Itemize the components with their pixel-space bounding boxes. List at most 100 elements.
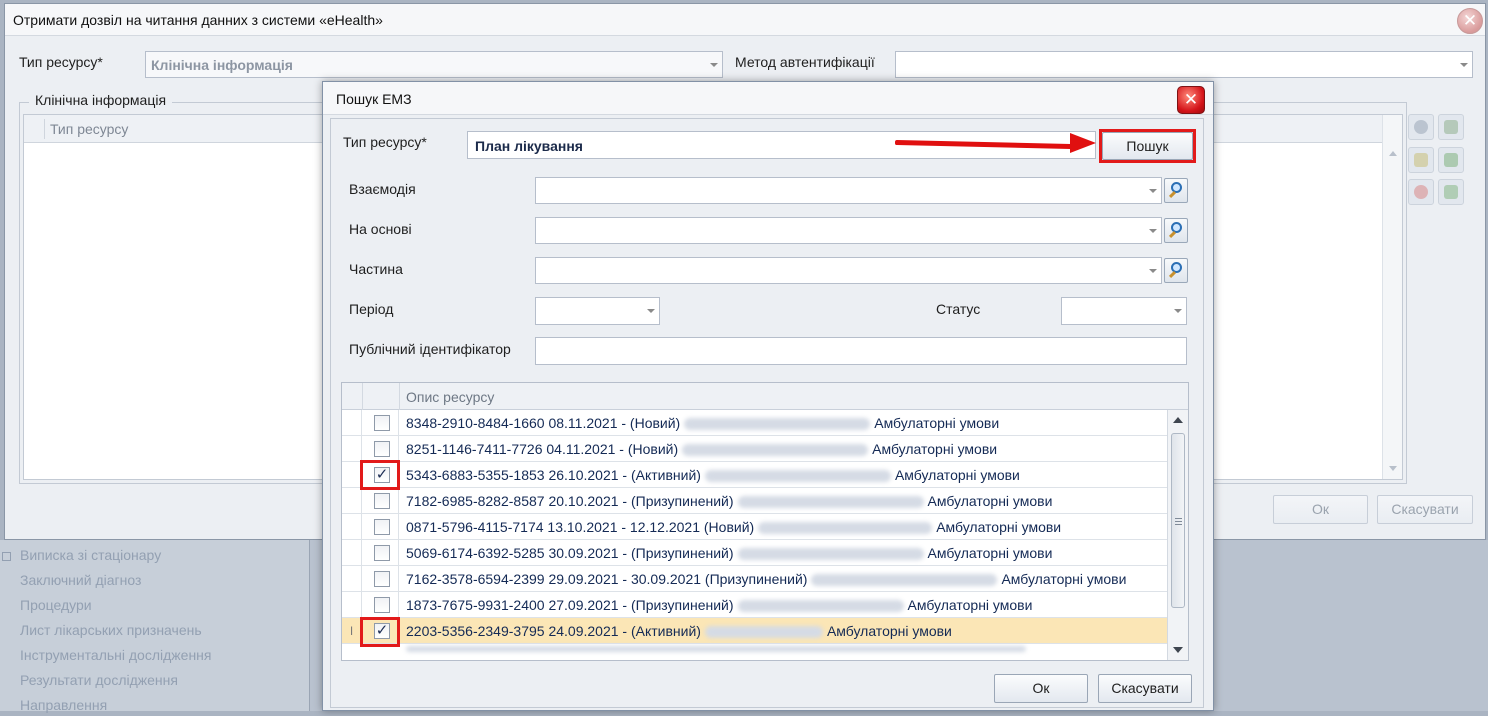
row-description: 8348-2910-8484-1660 08.11.2021 - (Новий)… — [406, 415, 999, 431]
row-description-condition: Амбулаторні умови — [927, 545, 1053, 561]
grid-scrollbar[interactable] — [1382, 115, 1402, 479]
chevron-down-icon — [1149, 189, 1157, 193]
part-select[interactable] — [535, 257, 1162, 284]
edit-tool-button[interactable] — [1438, 147, 1464, 173]
table-row[interactable]: I ✓ 2203-5356-2349-3795 24.09.2021 - (Акти… — [342, 618, 1168, 644]
checkbox-cell — [362, 566, 399, 592]
ok-button[interactable]: Ок — [1273, 495, 1368, 524]
row-description-main: 7182-6985-8282-8587 20.10.2021 - (Призуп… — [406, 493, 734, 509]
search-modal-titlebar: Пошук ЕМЗ ✕ — [323, 82, 1213, 115]
annotation-search-highlight — [1099, 129, 1196, 163]
resource-type-value: Клінічна інформація — [151, 57, 293, 73]
scroll-down-icon[interactable] — [1389, 466, 1397, 471]
scroll-up-icon[interactable] — [1173, 417, 1183, 423]
redacted-name — [704, 626, 823, 639]
row-indicator — [342, 592, 362, 618]
close-icon[interactable]: ✕ — [1457, 8, 1483, 34]
table-row-partial[interactable] — [342, 644, 1168, 660]
table-row[interactable]: ✓ 5343-6883-5355-1853 26.10.2021 - (Актив… — [342, 462, 1168, 488]
nav-item: Виписка зі стаціонару — [20, 547, 162, 563]
row-description: 7182-6985-8282-8587 20.10.2021 - (Призуп… — [406, 493, 1052, 509]
row-description-main: 5069-6174-6392-5285 30.09.2021 - (Призуп… — [406, 545, 734, 561]
table-row[interactable]: 8251-1146-7411-7726 04.11.2021 - (Новий)… — [342, 436, 1168, 462]
settings-tool-button[interactable] — [1438, 114, 1464, 140]
nav-item: Лист лікарських призначень — [20, 622, 202, 638]
chevron-down-icon — [1149, 269, 1157, 273]
nav-item: Направлення — [20, 697, 108, 713]
row-description-condition: Амбулаторні умови — [874, 415, 1000, 431]
search-tool-button[interactable] — [1408, 114, 1434, 140]
column-header-resource-type[interactable]: Тип ресурсу — [50, 121, 128, 137]
column-separator — [44, 119, 45, 139]
annotation-arrowhead — [1070, 133, 1096, 153]
table-row[interactable]: 5069-6174-6392-5285 30.09.2021 - (Призуп… — [342, 540, 1168, 566]
redacted-name — [704, 470, 891, 483]
search-ok-button[interactable]: Ок — [994, 674, 1088, 703]
delete-tool-button[interactable] — [1408, 179, 1434, 205]
row-indicator — [342, 462, 362, 488]
period-select[interactable] — [535, 297, 660, 325]
row-indicator: I — [342, 618, 362, 644]
chevron-down-icon — [1174, 309, 1182, 313]
add-tool-button[interactable] — [1408, 147, 1434, 173]
auth-method-label: Метод автентифікації — [735, 54, 875, 70]
grip-line — [1175, 524, 1182, 525]
close-icon[interactable]: ✕ — [1177, 86, 1205, 114]
basis-select[interactable] — [535, 217, 1162, 244]
table-row[interactable]: 7162-3578-6594-2399 29.09.2021 - 30.09.2… — [342, 566, 1168, 592]
row-checkbox[interactable] — [374, 597, 390, 613]
redacted-name — [737, 548, 924, 561]
row-checkbox[interactable] — [374, 519, 390, 535]
results-scrollbar[interactable] — [1167, 410, 1188, 660]
auth-method-select[interactable] — [895, 51, 1473, 78]
public-id-input[interactable] — [535, 337, 1187, 365]
table-row[interactable]: 7182-6985-8282-8587 20.10.2021 - (Призуп… — [342, 488, 1168, 514]
resource-type-select[interactable]: Клінічна інформація — [145, 51, 723, 78]
scroll-down-icon[interactable] — [1173, 647, 1183, 653]
basis-label: На основі — [349, 221, 412, 237]
row-description-condition: Амбулаторні умови — [894, 467, 1020, 483]
table-row[interactable]: 0871-5796-4115-7174 13.10.2021 - 12.12.2… — [342, 514, 1168, 540]
row-description-main: 5343-6883-5355-1853 26.10.2021 - (Активн… — [406, 467, 701, 483]
row-checkbox[interactable] — [374, 415, 390, 431]
row-checkbox[interactable] — [374, 571, 390, 587]
search-cancel-button[interactable]: Скасувати — [1098, 674, 1192, 703]
row-description-main: 8251-1146-7411-7726 04.11.2021 - (Новий) — [406, 441, 679, 457]
tools-icon — [1444, 120, 1458, 134]
results-grid[interactable]: Опис ресурсу 8348-2910-8484-1660 08.11.2… — [341, 382, 1189, 661]
chevron-down-icon — [1149, 229, 1157, 233]
results-grid-header: Опис ресурсу — [342, 383, 1188, 410]
nav-item: Результати дослідження — [20, 672, 178, 688]
add-icon — [1414, 153, 1428, 167]
scroll-up-icon[interactable] — [1389, 151, 1397, 156]
status-select[interactable] — [1061, 297, 1187, 325]
table-row[interactable]: 1873-7675-9931-2400 27.09.2021 - (Призуп… — [342, 592, 1168, 618]
row-description-main: 0871-5796-4115-7174 13.10.2021 - 12.12.2… — [406, 519, 755, 535]
magnifier-handle — [1168, 270, 1177, 279]
row-checkbox[interactable] — [374, 493, 390, 509]
interaction-select[interactable] — [535, 177, 1162, 204]
redacted-name — [737, 496, 924, 509]
flag-tool-button[interactable] — [1438, 179, 1464, 205]
column-header-description[interactable]: Опис ресурсу — [406, 389, 494, 405]
chevron-down-icon — [710, 63, 718, 67]
scrollbar-thumb[interactable] — [1171, 433, 1185, 608]
row-description-condition: Амбулаторні умови — [1001, 571, 1127, 587]
checkbox-cell — [362, 514, 399, 540]
part-label: Частина — [349, 261, 403, 277]
row-description: 5069-6174-6392-5285 30.09.2021 - (Призуп… — [406, 545, 1052, 561]
basis-lookup-button[interactable] — [1164, 218, 1188, 243]
row-checkbox[interactable] — [374, 545, 390, 561]
part-lookup-button[interactable] — [1164, 258, 1188, 283]
cancel-button[interactable]: Скасувати — [1377, 495, 1473, 524]
nav-item: Процедури — [20, 597, 92, 613]
row-description-main: 1873-7675-9931-2400 27.09.2021 - (Призуп… — [406, 597, 734, 613]
main-titlebar: Отримати дозвіл на читання данних з сист… — [5, 4, 1485, 36]
table-row[interactable]: 8348-2910-8484-1660 08.11.2021 - (Новий)… — [342, 410, 1168, 436]
resource-type-label: Тип ресурсу* — [19, 54, 103, 70]
edit-icon — [1444, 153, 1458, 167]
nav-item: Заключний діагноз — [20, 572, 142, 588]
chevron-down-icon — [647, 309, 655, 313]
row-checkbox[interactable] — [374, 441, 390, 457]
interaction-lookup-button[interactable] — [1164, 178, 1188, 203]
